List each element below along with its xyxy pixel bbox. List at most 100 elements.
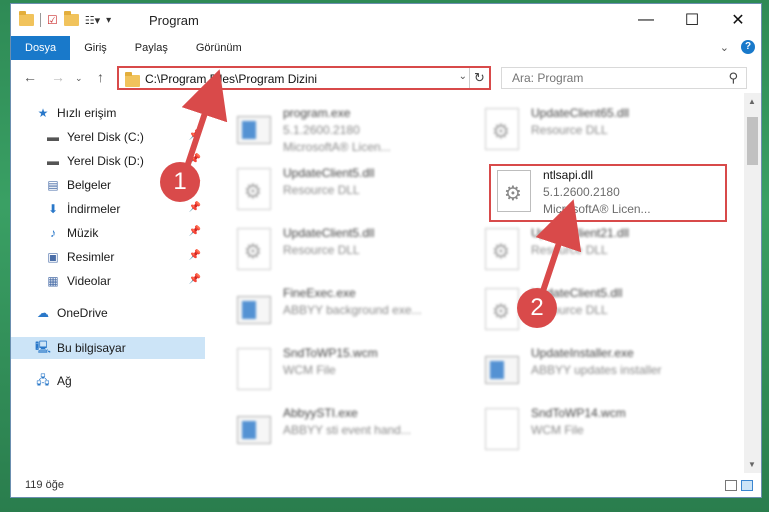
file-item[interactable]: program.exe 5.1.2600.2180 MicrosoftA® Li… (231, 104, 471, 160)
scroll-up-icon[interactable]: ▲ (748, 97, 756, 106)
search-box[interactable]: ⚲ (501, 67, 747, 89)
new-folder-icon[interactable] (63, 11, 79, 26)
callout-2: 2 (517, 288, 557, 328)
customize-qat-icon[interactable]: ▾ (106, 15, 111, 26)
dll-file-icon: ⚙ (485, 108, 523, 152)
folder-icon (19, 11, 34, 26)
sidebar-item-onedrive[interactable]: ☁ OneDrive (11, 302, 205, 324)
file-detail: WCM File (531, 423, 584, 437)
scroll-down-icon[interactable]: ▼ (748, 460, 756, 469)
file-item[interactable]: ⚙ UpdateClient5.dll Resource DLL (479, 284, 719, 340)
file-name: UpdateClient5.dll (283, 226, 375, 240)
sidebar-item-label: Hızlı erişim (57, 106, 117, 120)
pin-icon[interactable]: 📌 (189, 274, 201, 285)
address-path[interactable]: C:\Program Files\Program Dizini (145, 72, 317, 86)
address-bar[interactable]: C:\Program Files\Program Dizini ⌄ ↻ (117, 66, 491, 90)
forward-arrow-icon[interactable]: → (51, 69, 65, 85)
search-input[interactable] (502, 68, 712, 88)
file-item[interactable]: ⚙ UpdateClient21.dll Resource DLL (479, 224, 719, 280)
status-bar: 119 öğe (11, 475, 761, 497)
tiles-view-icon[interactable] (741, 480, 753, 491)
maximize-button[interactable]: ☐ (669, 4, 715, 36)
file-item[interactable]: FineExec.exe ABBYY background exe... (231, 284, 471, 340)
pin-icon[interactable]: 📌 (189, 202, 201, 213)
sidebar-item-quick-access[interactable]: ★ Hızlı erişim (11, 102, 205, 124)
view-icon[interactable]: ☷▾ (85, 14, 100, 27)
quick-access-toolbar: ☑ ☷▾ ▾ (19, 11, 111, 27)
sidebar-item-label: OneDrive (57, 306, 108, 320)
file-item[interactable]: AbbyySTI.exe ABBYY sti event hand... (231, 404, 471, 460)
file-item[interactable]: SndToWP15.wcm WCM File (231, 344, 471, 400)
dll-file-icon: ⚙ (237, 168, 275, 212)
item-count: 119 öğe (25, 479, 64, 491)
file-name: UpdateClient21.dll (531, 226, 630, 240)
sidebar-item-label: İndirmeler (67, 202, 121, 216)
tab-home[interactable]: Giriş (70, 36, 121, 60)
exe-file-icon (237, 108, 275, 152)
pictures-icon: ▣ (47, 250, 59, 264)
file-item[interactable]: ⚙ UpdateClient65.dll Resource DLL (479, 104, 719, 160)
sidebar-item-label: Müzik (67, 226, 99, 240)
sidebar-item-videos[interactable]: ▦ Videolar 📌 (11, 270, 205, 292)
dll-file-icon: ⚙ (237, 228, 275, 272)
pin-icon[interactable]: 📌 (189, 130, 201, 141)
navigation-pane: ★ Hızlı erişim ▬ Yerel Disk (C:) 📌 ▬ Yer… (11, 102, 205, 474)
close-button[interactable]: ✕ (715, 4, 761, 36)
file-item-ntlsapi[interactable]: ⚙ ntlsapi.dll 5.1.2600.2180 MicrosoftA® … (489, 164, 727, 222)
file-name: ntlsapi.dll (543, 168, 594, 182)
wcm-file-icon (485, 408, 523, 452)
sidebar-item-label: Videolar (67, 274, 111, 288)
file-item[interactable]: ⚙ UpdateClient5.dll Resource DLL (231, 224, 471, 280)
tab-share[interactable]: Paylaş (121, 36, 182, 60)
file-detail: 5.1.2600.2180 (543, 185, 620, 199)
refresh-icon[interactable]: ↻ (469, 68, 489, 88)
properties-icon[interactable]: ☑ (47, 13, 58, 27)
sidebar-item-disk-c[interactable]: ▬ Yerel Disk (C:) 📌 (11, 126, 205, 148)
file-detail: ABBYY updates installer (531, 363, 662, 377)
file-item[interactable]: ⚙ UpdateClient5.dll Resource DLL (231, 164, 471, 220)
minimize-button[interactable]: — (623, 4, 669, 36)
file-name: AbbyySTI.exe (283, 406, 358, 420)
sidebar-item-this-pc[interactable]: 🖳 Bu bilgisayar (11, 337, 205, 359)
folder-icon (125, 72, 140, 87)
file-item[interactable]: UpdateInstaller.exe ABBYY updates instal… (479, 344, 719, 400)
file-item[interactable]: SndToWP14.wcm WCM File (479, 404, 719, 460)
up-arrow-icon[interactable]: ↑ (97, 69, 104, 85)
toolbar-divider (40, 13, 41, 27)
sidebar-item-music[interactable]: ♪ Müzik 📌 (11, 222, 205, 244)
file-name: UpdateClient65.dll (531, 106, 630, 120)
file-detail: Resource DLL (531, 123, 608, 137)
window-title: Program (149, 13, 199, 28)
sidebar-item-label: Yerel Disk (D:) (67, 154, 144, 168)
explorer-window: ☑ ☷▾ ▾ Program — ☐ ✕ Dosya Giriş Paylaş … (10, 3, 762, 498)
back-arrow-icon[interactable]: ← (23, 69, 37, 85)
help-icon[interactable]: ? (741, 40, 755, 54)
file-name: program.exe (283, 106, 351, 120)
tab-file[interactable]: Dosya (11, 36, 71, 60)
file-detail: ABBYY sti event hand... (283, 423, 411, 437)
sidebar-item-network[interactable]: 🖧 Ağ (11, 370, 205, 392)
expand-ribbon-icon[interactable]: ⌄ (720, 41, 729, 54)
search-icon[interactable]: ⚲ (728, 70, 738, 86)
vertical-scrollbar[interactable]: ▲ ▼ (744, 93, 761, 473)
pin-icon[interactable]: 📌 (189, 250, 201, 261)
pin-icon[interactable]: 📌 (189, 226, 201, 237)
scrollbar-thumb[interactable] (747, 117, 758, 165)
wcm-file-icon (237, 348, 275, 392)
file-name: UpdateInstaller.exe (531, 346, 634, 360)
details-view-icon[interactable] (725, 480, 737, 491)
file-list: program.exe 5.1.2600.2180 MicrosoftA® Li… (225, 102, 739, 474)
pin-icon[interactable]: 📌 (189, 154, 201, 165)
address-row: ← → ⌄ ↑ C:\Program Files\Program Dizini … (11, 63, 761, 93)
recent-locations-icon[interactable]: ⌄ (75, 73, 83, 84)
star-icon: ★ (37, 106, 49, 120)
file-detail: 5.1.2600.2180 (283, 123, 360, 137)
documents-icon: ▤ (47, 178, 59, 192)
chevron-down-icon[interactable]: ⌄ (459, 71, 467, 82)
cloud-icon: ☁ (37, 306, 49, 320)
download-icon: ⬇ (47, 202, 59, 216)
sidebar-item-pictures[interactable]: ▣ Resimler 📌 (11, 246, 205, 268)
network-icon: 🖧 (36, 372, 50, 387)
tab-view[interactable]: Görünüm (182, 36, 256, 60)
exe-file-icon (485, 348, 523, 392)
